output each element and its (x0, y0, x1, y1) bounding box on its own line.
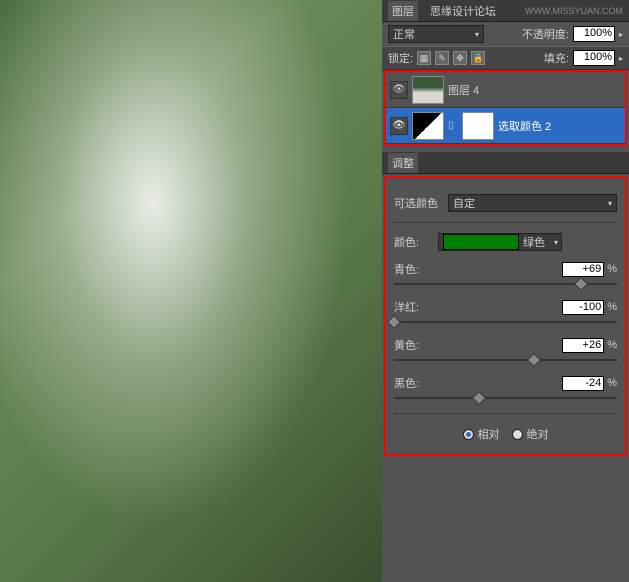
slider-thumb[interactable] (574, 277, 588, 291)
radio-label: 相对 (478, 426, 500, 442)
slider-track[interactable] (394, 359, 617, 361)
adjustment-thumbnail[interactable] (412, 112, 444, 140)
opacity-label: 不透明度: (522, 26, 569, 42)
slider-thumb[interactable] (472, 391, 486, 405)
color-select[interactable]: 绿色 (438, 233, 562, 251)
color-name: 绿色 (523, 234, 545, 250)
preset-select[interactable]: 自定 (448, 194, 617, 212)
layer-name-label[interactable]: 选取颜色 2 (498, 118, 621, 134)
color-row: 颜色: 绿色 (394, 233, 617, 251)
lock-row: 锁定: ▦ ✎ ✥ 🔒 填充: 100% ▸ (382, 46, 629, 70)
blend-mode-select[interactable]: 正常 (388, 25, 484, 43)
percent-label: % (607, 339, 617, 351)
slider-label: 洋红: (394, 299, 419, 315)
method-row: 相对 绝对 (394, 426, 617, 442)
fill-label: 填充: (544, 50, 569, 66)
radio-relative[interactable]: 相对 (463, 426, 500, 442)
separator (394, 413, 617, 414)
layer-name-label[interactable]: 图层 4 (448, 82, 621, 98)
visibility-icon[interactable]: 👁 (390, 117, 408, 135)
right-panels: 图层 思缘设计论坛 WWW.MISSYUAN.COM 正常 不透明度: 100%… (382, 0, 629, 582)
fill-input[interactable]: 100% (573, 50, 615, 66)
slider-row: 黄色: +26% (394, 337, 617, 361)
slider-label: 黄色: (394, 337, 419, 353)
lock-label: 锁定: (388, 50, 413, 66)
fill-chevron-icon[interactable]: ▸ (619, 54, 623, 63)
visibility-icon[interactable]: 👁 (390, 81, 408, 99)
slider-row: 洋红: -100% (394, 299, 617, 323)
lock-position-icon[interactable]: ✥ (453, 51, 467, 65)
slider-value-input[interactable]: +69 (562, 262, 604, 277)
radio-label: 绝对 (527, 426, 549, 442)
slider-value-input[interactable]: -100 (562, 300, 604, 315)
adjustments-body: 可选颜色 自定 颜色: 绿色 青色:+69%洋红:-100%黄色:+26%黑色:… (386, 178, 625, 454)
lock-transparency-icon[interactable]: ▦ (417, 51, 431, 65)
link-icon[interactable]: ▯ (448, 120, 458, 131)
layer-item[interactable]: 👁 图层 4 (386, 72, 625, 108)
mask-thumbnail[interactable] (462, 112, 494, 140)
lock-all-icon[interactable]: 🔒 (471, 51, 485, 65)
slider-thumb[interactable] (527, 353, 541, 367)
layer-thumbnail[interactable] (412, 76, 444, 104)
canvas-image (0, 0, 382, 582)
color-swatch (443, 234, 519, 250)
slider-value-input[interactable]: -24 (562, 376, 604, 391)
adjustments-header: 调整 (382, 152, 629, 174)
adjustments-panel: 调整 可选颜色 自定 颜色: 绿色 青色: +69% 洋红: -100% 黄色: +26%… (382, 152, 629, 458)
watermark-text: WWW.MISSYUAN.COM (525, 6, 623, 16)
percent-label: % (607, 301, 617, 313)
slider-label: 青色: (394, 261, 419, 277)
tab-adjustments[interactable]: 调整 (388, 153, 418, 173)
slider-label: 黑色: (394, 375, 419, 391)
radio-icon (512, 429, 523, 440)
color-label: 颜色: (394, 234, 432, 250)
slider-value-input[interactable]: +26 (562, 338, 604, 353)
slider-row: 黑色: -24% (394, 375, 617, 399)
layers-panel-header: 图层 思缘设计论坛 WWW.MISSYUAN.COM (382, 0, 629, 22)
slider-track[interactable] (394, 321, 617, 323)
percent-label: % (607, 377, 617, 389)
radio-icon (463, 429, 474, 440)
lock-paint-icon[interactable]: ✎ (435, 51, 449, 65)
tab-layers[interactable]: 图层 (388, 1, 418, 21)
tab-forum[interactable]: 思缘设计论坛 (426, 1, 500, 21)
opacity-input[interactable]: 100% (573, 26, 615, 42)
percent-label: % (607, 263, 617, 275)
layer-item-selected[interactable]: 👁 ▯ 选取颜色 2 (386, 108, 625, 144)
layers-panel: 图层 思缘设计论坛 WWW.MISSYUAN.COM 正常 不透明度: 100%… (382, 0, 629, 146)
layers-list: 👁 图层 4 👁 ▯ 选取颜色 2 (384, 70, 627, 146)
slider-row: 青色: +69% (394, 261, 617, 285)
adjustment-type-label: 可选颜色 (394, 195, 438, 211)
slider-track[interactable] (394, 397, 617, 399)
blend-opacity-row: 正常 不透明度: 100% ▸ (382, 22, 629, 46)
preset-row: 可选颜色 自定 (394, 194, 617, 212)
radio-absolute[interactable]: 绝对 (512, 426, 549, 442)
slider-thumb[interactable] (387, 315, 401, 329)
separator (394, 222, 617, 223)
opacity-chevron-icon[interactable]: ▸ (619, 30, 623, 39)
slider-track[interactable] (394, 283, 617, 285)
